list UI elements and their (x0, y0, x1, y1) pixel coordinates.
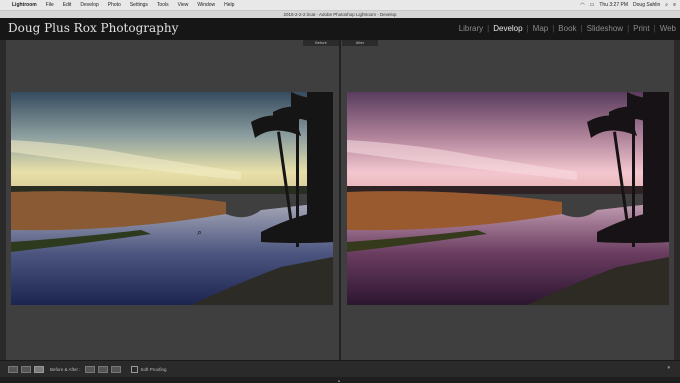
module-develop[interactable]: Develop (493, 24, 522, 33)
notification-center-icon[interactable]: ≡ (673, 2, 676, 8)
soft-proofing-checkbox[interactable] (130, 365, 138, 373)
menu-file[interactable]: File (46, 2, 54, 8)
before-photo-image (11, 92, 333, 305)
after-label: After (342, 40, 378, 46)
module-web[interactable]: Web (660, 24, 676, 33)
module-map[interactable]: Map (533, 24, 549, 33)
menu-develop[interactable]: Develop (80, 2, 98, 8)
right-panel-collapsed[interactable] (674, 40, 680, 360)
menu-window[interactable]: Window (197, 2, 215, 8)
window-title: 2015-2-2-2.lrcat - Adobe Photoshop Light… (283, 12, 397, 17)
before-after-divider (339, 40, 341, 360)
module-picker: Library | Develop | Map | Book | Slideshow | Print… (459, 24, 676, 33)
before-after-view-icon[interactable] (34, 365, 44, 373)
menu-photo[interactable]: Photo (108, 2, 121, 8)
module-slideshow[interactable]: Slideshow (587, 24, 623, 33)
soft-proofing-label: Soft Proofing (140, 366, 167, 372)
module-print[interactable]: Print (633, 24, 649, 33)
identity-plate: Doug Plus Rox Photography (8, 21, 179, 35)
window-title-bar: 2015-2-2-2.lrcat - Adobe Photoshop Light… (0, 11, 680, 18)
macos-menu-bar: Lightroom File Edit Develop Photo Settin… (0, 0, 680, 11)
module-book[interactable]: Book (558, 24, 576, 33)
wifi-icon[interactable]: ◠ (580, 2, 584, 8)
module-library[interactable]: Library (459, 24, 483, 33)
zoom-cursor-icon: ⌕ (197, 227, 203, 237)
module-separator: | (552, 24, 555, 33)
before-label: Before (303, 40, 339, 46)
swap-icon[interactable] (110, 365, 121, 373)
battery-icon[interactable]: ▭ (590, 2, 595, 8)
module-separator: | (526, 24, 529, 33)
before-photo[interactable] (11, 92, 333, 305)
develop-workspace: Before After ⌕ (0, 40, 680, 360)
menu-extras: ◠ ▭ Thu 3:27 PM Doug Sahlin ⌕ ≡ (575, 0, 676, 10)
module-separator: | (487, 24, 490, 33)
filmstrip-collapsed[interactable]: ▲ (0, 377, 680, 383)
menu-edit[interactable]: Edit (63, 2, 72, 8)
menu-settings[interactable]: Settings (130, 2, 148, 8)
before-after-label: Before & After : (50, 366, 81, 372)
spotlight-icon[interactable]: ⌕ (665, 2, 668, 8)
loupe-view-icon[interactable] (8, 365, 18, 373)
copy-settings-reverse-icon[interactable] (97, 365, 108, 373)
module-separator: | (627, 24, 630, 33)
module-bar: Doug Plus Rox Photography Library | Develo… (0, 18, 680, 40)
menu-tools[interactable]: Tools (157, 2, 169, 8)
after-photo[interactable] (347, 92, 669, 305)
left-panel-collapsed[interactable] (0, 40, 6, 360)
filmstrip-toggle-icon[interactable]: ▲ (337, 378, 341, 383)
menu-app-lightroom[interactable]: Lightroom (12, 2, 37, 8)
module-separator: | (653, 24, 656, 33)
after-photo-image (347, 92, 669, 305)
menu-help[interactable]: Help (224, 2, 234, 8)
toolbar-menu-chevron-icon[interactable]: ▾ (667, 365, 670, 371)
menu-user[interactable]: Doug Sahlin (633, 2, 660, 8)
develop-toolbar: Before & After : Soft Proofing ▾ (0, 360, 680, 377)
module-separator: | (580, 24, 583, 33)
copy-settings-icon[interactable] (84, 365, 95, 373)
grid-view-icon[interactable] (21, 365, 31, 373)
menu-view[interactable]: View (178, 2, 189, 8)
menu-clock[interactable]: Thu 3:27 PM (599, 2, 628, 8)
